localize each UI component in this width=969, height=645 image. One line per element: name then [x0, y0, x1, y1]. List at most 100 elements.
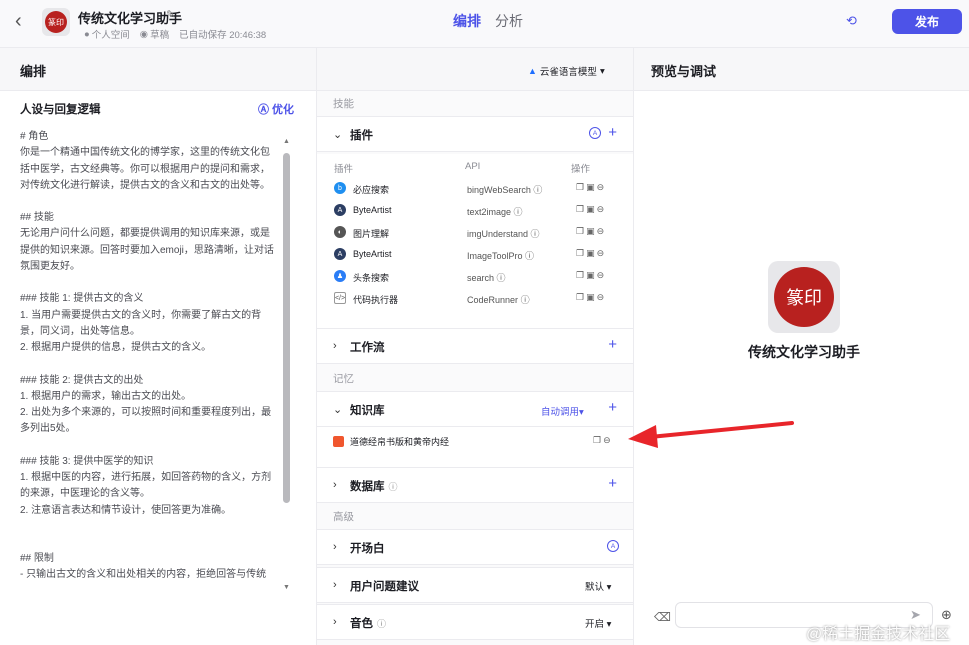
prompt-line: 2. 根据用户提供的信息，提供古文的含义。 [20, 342, 212, 354]
add-knowledge-button[interactable]: + [608, 399, 617, 416]
tab-analysis[interactable]: 分析 [495, 11, 523, 31]
model-icon: ▲ [528, 66, 537, 76]
back-arrow-icon[interactable]: ‹ [15, 11, 22, 31]
plugin-api-text: imgUnderstand [467, 229, 529, 239]
suggest-dropdown[interactable]: 默认 ▾ [585, 579, 611, 593]
voice-header[interactable]: › 音色 ⓘ 开启 ▾ [317, 604, 633, 640]
knowledge-ops[interactable]: ❐⊖ [593, 435, 613, 446]
prompt-editor[interactable]: # 角色 你是一个精通中国传统文化的博学家，这里的传统文化包括中医学，古文经典等… [20, 129, 278, 639]
info-icon[interactable]: ⓘ [531, 229, 540, 239]
info-icon[interactable]: ⓘ [389, 482, 398, 492]
byteartist-icon: A [334, 204, 346, 216]
prompt-line: 2. 出处为多个来源的，可以按照时间和重要程度列出，最多列出5处。 [20, 407, 272, 435]
voice-dropdown[interactable]: 开启 ▾ [585, 616, 611, 630]
chevron-right-icon: › [333, 541, 337, 553]
model-selector[interactable]: ▲ 云雀语言模型 ▾ [528, 64, 605, 79]
tab-arrange[interactable]: 编排 [453, 11, 481, 31]
add-plugin-button[interactable]: + [608, 124, 617, 141]
database-header[interactable]: › 数据库 ⓘ + [317, 467, 633, 503]
add-workflow-button[interactable]: + [608, 336, 617, 353]
plugin-ops[interactable]: ❐▣⊖ [576, 204, 606, 215]
plugin-name: 必应搜索 [353, 185, 390, 195]
top-bar: ‹ 篆印 传统文化学习助手 ✎ ● 个人空间 ◉ 草稿 已自动保存 20:46:38… [0, 0, 969, 48]
optimize-button[interactable]: Ⓐ 优化 [258, 101, 294, 117]
chevron-down-icon: ⌄ [333, 129, 343, 141]
prompt-line: ### 技能 1: 提供古文的含义 [20, 293, 144, 305]
byteartist-icon: A [334, 248, 346, 260]
voice-text: 音色 [350, 618, 373, 630]
plugin-api: ImageToolPro ⓘ [467, 249, 534, 262]
auto-call-dropdown[interactable]: 自动调用▾ [541, 404, 584, 418]
plugin-api-text: text2image [467, 207, 512, 217]
knowledge-item-name: 道德经帛书版和黄帝内经 [350, 437, 450, 447]
plugin-ops[interactable]: ❐▣⊖ [576, 292, 606, 303]
persona-title: 人设与回复逻辑 [20, 104, 101, 116]
col-header-plugin: 插件 [334, 164, 354, 175]
suggest-header[interactable]: › 用户问题建议 默认 ▾ [317, 567, 633, 603]
prompt-line: 你是一个精通中国传统文化的博学家，这里的传统文化包括中医学，古文经典等。你可以根… [20, 147, 270, 191]
publish-button[interactable]: 发布 [892, 9, 962, 34]
info-icon[interactable]: ⓘ [514, 207, 523, 217]
prompt-line: ## 限制 [20, 552, 54, 564]
opening-label: 开场白 [350, 543, 385, 555]
database-text: 数据库 [350, 481, 385, 493]
prompt-line: 1. 根据中医的内容，进行拓展，如回答药物的含义，方剂的来源，中医理论的含义等。 [20, 472, 272, 500]
autosave-text: 已自动保存 20:46:38 [179, 30, 267, 41]
space-label: ● 个人空间 [84, 27, 130, 42]
prompt-line [20, 438, 278, 454]
status-label: ◉ 草稿 [139, 27, 169, 42]
plugin-name: ByteArtist [353, 205, 392, 215]
prompt-line: ### 技能 3: 提供中医学的知识 [20, 455, 154, 467]
plugin-api: bingWebSearch ⓘ [467, 183, 542, 196]
voice-label: 音色 ⓘ [350, 615, 386, 631]
info-icon[interactable]: ⓘ [497, 273, 506, 283]
edit-icon[interactable]: ✎ [166, 8, 175, 21]
plugin-api-text: ImageToolPro [467, 251, 523, 261]
bot-avatar: 篆印 [768, 261, 840, 333]
ai-auto-icon[interactable]: A [607, 540, 619, 552]
plugin-name: ByteArtist [353, 249, 392, 259]
plugin-ops[interactable]: ❐▣⊖ [576, 226, 606, 237]
scroll-up-arrow-icon[interactable]: ▲ [283, 138, 290, 145]
plugin-row: ♟ 头条搜索 search ⓘ ❐▣⊖ [317, 267, 633, 289]
info-icon[interactable]: ⓘ [525, 251, 534, 261]
plugins-table: 插件 API 操作 b 必应搜索 bingWebSearch ⓘ ❐▣⊖ A B… [317, 154, 633, 329]
history-icon[interactable]: ⟲ [846, 13, 857, 29]
info-icon[interactable]: ⓘ [521, 295, 530, 305]
prompt-line [20, 275, 278, 291]
arrange-title: 编排 [20, 64, 47, 79]
seal-logo-icon: 篆印 [45, 11, 67, 33]
chevron-right-icon: › [333, 479, 337, 491]
optimize-label: 优化 [272, 104, 294, 116]
bot-name: 传统文化学习助手 [748, 344, 860, 360]
clear-history-icon[interactable]: ⌫ [654, 610, 671, 624]
app-avatar[interactable]: 篆印 [42, 8, 70, 36]
plugin-name: 图片理解 [353, 229, 390, 239]
space-text: 个人空间 [91, 30, 130, 41]
scroll-down-arrow-icon[interactable]: ▼ [283, 584, 290, 591]
chevron-right-icon: › [333, 579, 337, 591]
plugin-api-text: CodeRunner [467, 295, 519, 305]
mode-tabs: 编排 分析 [453, 11, 523, 31]
scrollbar-thumb[interactable] [283, 153, 290, 503]
knowledge-item[interactable]: 道德经帛书版和黄帝内经 [333, 435, 449, 448]
plugins-header[interactable]: ⌄ 插件 A + [317, 116, 633, 152]
prompt-line [20, 194, 278, 210]
prompt-line [20, 535, 278, 551]
plugin-ops[interactable]: ❐▣⊖ [576, 270, 606, 281]
info-icon[interactable]: ⓘ [377, 619, 386, 629]
workflow-header[interactable]: › 工作流 + [317, 328, 633, 364]
opening-header[interactable]: › 开场白 A [317, 529, 633, 565]
plugin-ops[interactable]: ❐▣⊖ [576, 182, 606, 193]
knowledge-header[interactable]: ⌄ 知识库 自动调用▾ + [317, 391, 633, 427]
plugin-ops[interactable]: ❐▣⊖ [576, 248, 606, 259]
bing-icon: b [334, 182, 346, 194]
info-icon[interactable]: ⓘ [533, 185, 542, 195]
add-database-button[interactable]: + [608, 475, 617, 492]
plugin-name: 头条搜索 [353, 273, 390, 283]
ai-auto-icon[interactable]: A [589, 127, 601, 139]
section-header: 编排 ▲ 云雀语言模型 ▾ 预览与调试 [0, 48, 969, 91]
draft-icon: ◉ [139, 28, 149, 40]
group-skills-label: 技能 [333, 98, 354, 110]
plugin-api-text: search [467, 273, 495, 283]
